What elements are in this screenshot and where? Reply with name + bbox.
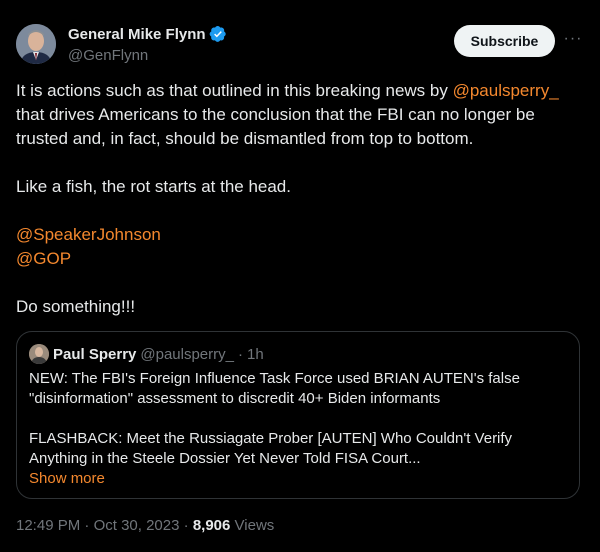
author-handle[interactable]: @GenFlynn	[68, 47, 148, 64]
author-display-name[interactable]: General Mike Flynn	[68, 26, 206, 43]
subscribe-button[interactable]: Subscribe	[454, 25, 555, 57]
tweet-time[interactable]: 12:49 PM	[16, 517, 80, 534]
tweet-line: Like a fish, the rot starts at the head.	[16, 177, 291, 196]
tweet-metadata: 12:49 PM · Oct 30, 2023 · 8,906 Views	[16, 517, 274, 534]
quoted-tweet-line: "disinformation" assessment to discredit…	[29, 390, 441, 407]
tweet-date[interactable]: Oct 30, 2023	[94, 517, 180, 534]
separator-dot: ·	[84, 517, 90, 534]
tweet-line: Do something!!!	[16, 297, 136, 316]
mention-link-paulsperry[interactable]: @paulsperry_	[453, 81, 559, 100]
quoted-tweet-card[interactable]: Paul Sperry @paulsperry_ · 1h NEW: The F…	[16, 331, 580, 499]
mention-link-gop[interactable]: @GOP	[16, 247, 582, 271]
avatar-image	[16, 24, 56, 64]
show-more-link[interactable]: Show more	[29, 469, 559, 489]
author-name-row: General Mike Flynn	[68, 25, 227, 43]
quoted-tweet-line: FLASHBACK: Meet the Russiagate Prober [A…	[29, 430, 513, 447]
separator-dot: ·	[183, 517, 189, 534]
views-count: 8,906	[192, 517, 231, 534]
tweet-text-segment: It is actions such as that outlined in t…	[16, 81, 453, 100]
views-label: Views	[234, 517, 275, 534]
quoted-author-handle[interactable]: @paulsperry_	[140, 346, 234, 363]
quoted-author-avatar[interactable]	[29, 344, 49, 364]
tweet-line: It is actions such as that outlined in t…	[16, 79, 582, 103]
tweet-line: that drives Americans to the conclusion …	[16, 105, 535, 124]
quoted-tweet-time[interactable]: 1h	[247, 346, 264, 363]
mention-link-speakerjohnson[interactable]: @SpeakerJohnson	[16, 223, 582, 247]
more-options-icon[interactable]: ···	[562, 30, 584, 52]
verified-badge-icon[interactable]	[209, 25, 227, 43]
tweet-line: trusted and, in fact, should be dismantl…	[16, 129, 474, 148]
quoted-tweet-line: Anything in the Steele Dossier Yet Never…	[29, 450, 421, 467]
tweet-body: It is actions such as that outlined in t…	[16, 79, 582, 319]
author-avatar[interactable]	[16, 24, 56, 64]
quoted-tweet-body: NEW: The FBI's Foreign Influence Task Fo…	[29, 369, 559, 489]
quoted-tweet-header: Paul Sperry @paulsperry_ · 1h	[29, 344, 264, 364]
quoted-tweet-line: NEW: The FBI's Foreign Influence Task Fo…	[29, 370, 520, 387]
quoted-author-display-name[interactable]: Paul Sperry	[53, 346, 136, 363]
separator-dot: ·	[237, 345, 243, 363]
quoted-avatar-image	[29, 344, 49, 364]
